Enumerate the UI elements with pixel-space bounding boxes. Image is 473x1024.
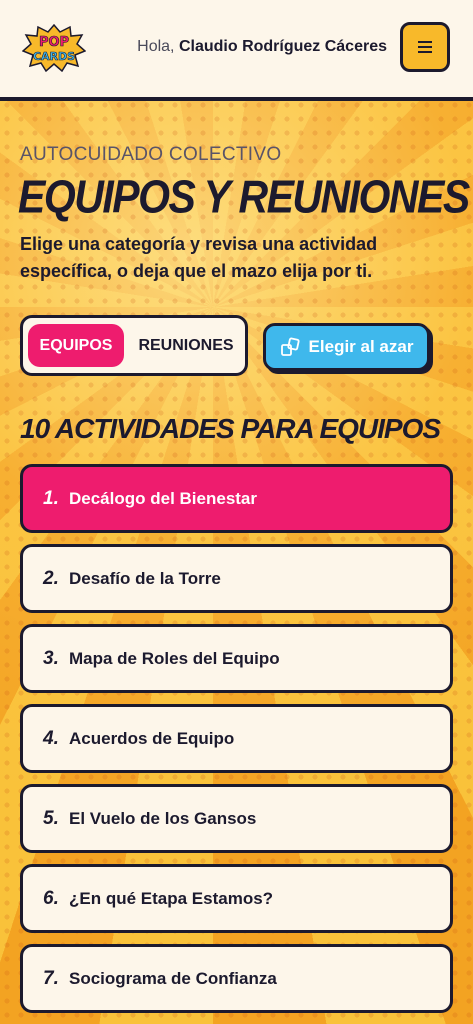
activity-number: 5. <box>43 807 59 829</box>
greeting-prefix: Hola, <box>137 38 175 55</box>
activity-number: 3. <box>43 647 59 669</box>
activity-card-6[interactable]: 6. ¿En qué Etapa Estamos? <box>20 864 453 933</box>
main-content: AUTOCUIDADO COLECTIVO EQUIPOS Y REUNIONE… <box>0 101 473 1024</box>
activity-card-3[interactable]: 3. Mapa de Roles del Equipo <box>20 624 453 693</box>
activity-card-4[interactable]: 4. Acuerdos de Equipo <box>20 704 453 773</box>
activities-heading: 10 ACTIVIDADES PARA EQUIPOS <box>20 413 441 444</box>
activity-number: 1. <box>43 487 59 509</box>
activity-card-2[interactable]: 2. Desafío de la Torre <box>20 544 453 613</box>
random-pick-label: Elegir al azar <box>308 337 414 356</box>
user-name: Claudio Rodríguez Cáceres <box>178 38 387 55</box>
activity-card-7[interactable]: 7. Sociograma de Confianza <box>20 944 453 1013</box>
activity-number: 2. <box>43 567 59 589</box>
activity-label: Decálogo del Bienestar <box>69 488 258 508</box>
activity-card-1[interactable]: 1. Decálogo del Bienestar <box>20 464 453 533</box>
activity-label: ¿En qué Etapa Estamos? <box>69 888 274 908</box>
activity-card-5[interactable]: 5. El Vuelo de los Gansos <box>20 784 453 853</box>
menu-button[interactable] <box>400 22 450 72</box>
category-toggle: EQUIPOS REUNIONES <box>20 315 248 376</box>
hamburger-icon <box>418 41 432 53</box>
pop-cards-logo[interactable]: POP CARDS <box>22 24 86 72</box>
random-pick-button[interactable]: Elegir al azar <box>263 323 430 371</box>
activity-label: Acuerdos de Equipo <box>69 728 235 748</box>
activity-label: Sociograma de Confianza <box>69 968 277 988</box>
activity-number: 7. <box>43 967 59 989</box>
tab-reuniones[interactable]: REUNIONES <box>131 324 241 367</box>
page-title: EQUIPOS Y REUNIONES <box>18 171 470 223</box>
user-greeting: Hola, Claudio Rodríguez Cáceres <box>137 38 387 56</box>
svg-text:POP: POP <box>39 35 69 50</box>
activity-label: Desafío de la Torre <box>69 568 221 588</box>
app-header: POP CARDS Hola, Claudio Rodríguez Cácere… <box>0 0 473 101</box>
activity-label: Mapa de Roles del Equipo <box>69 648 280 668</box>
activity-number: 4. <box>43 727 59 749</box>
activity-number: 6. <box>43 887 59 909</box>
tab-equipos[interactable]: EQUIPOS <box>28 324 124 367</box>
section-eyebrow: AUTOCUIDADO COLECTIVO <box>20 144 282 165</box>
page-subtitle: Elige una categoría y revisa una activid… <box>20 234 378 281</box>
activity-label: El Vuelo de los Gansos <box>69 808 257 828</box>
svg-text:CARDS: CARDS <box>33 50 75 63</box>
shuffle-icon <box>280 337 300 356</box>
